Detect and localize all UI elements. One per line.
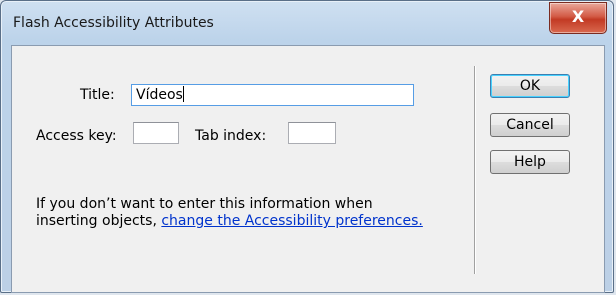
- title-input-value: Vídeos: [136, 87, 183, 103]
- title-label: Title:: [80, 87, 115, 103]
- tab-index-input[interactable]: [288, 122, 336, 144]
- access-key-label: Access key:: [36, 128, 117, 144]
- text-caret: [182, 86, 184, 102]
- access-key-input[interactable]: [133, 122, 179, 144]
- help-button[interactable]: Help: [490, 150, 570, 174]
- title-bar[interactable]: Flash Accessibility Attributes X: [1, 1, 613, 43]
- title-input[interactable]: Vídeos: [131, 84, 414, 106]
- close-icon: X: [571, 7, 585, 26]
- close-button[interactable]: X: [549, 2, 607, 34]
- ok-button[interactable]: OK: [490, 74, 570, 98]
- dialog-content: Title: Vídeos Access key: Tab index: If …: [11, 45, 605, 293]
- dialog-window: Flash Accessibility Attributes X Title: …: [0, 0, 614, 293]
- info-line-2: inserting objects, change the Accessibil…: [36, 213, 423, 229]
- accessibility-info-text: If you don’t want to enter this informat…: [36, 196, 456, 230]
- accessibility-preferences-link[interactable]: change the Accessibility preferences.: [161, 213, 422, 229]
- info-line-1: If you don’t want to enter this informat…: [36, 196, 373, 212]
- cancel-button[interactable]: Cancel: [490, 113, 570, 137]
- window-title: Flash Accessibility Attributes: [13, 15, 214, 31]
- vertical-divider: [474, 66, 476, 274]
- tab-index-label: Tab index:: [195, 128, 267, 144]
